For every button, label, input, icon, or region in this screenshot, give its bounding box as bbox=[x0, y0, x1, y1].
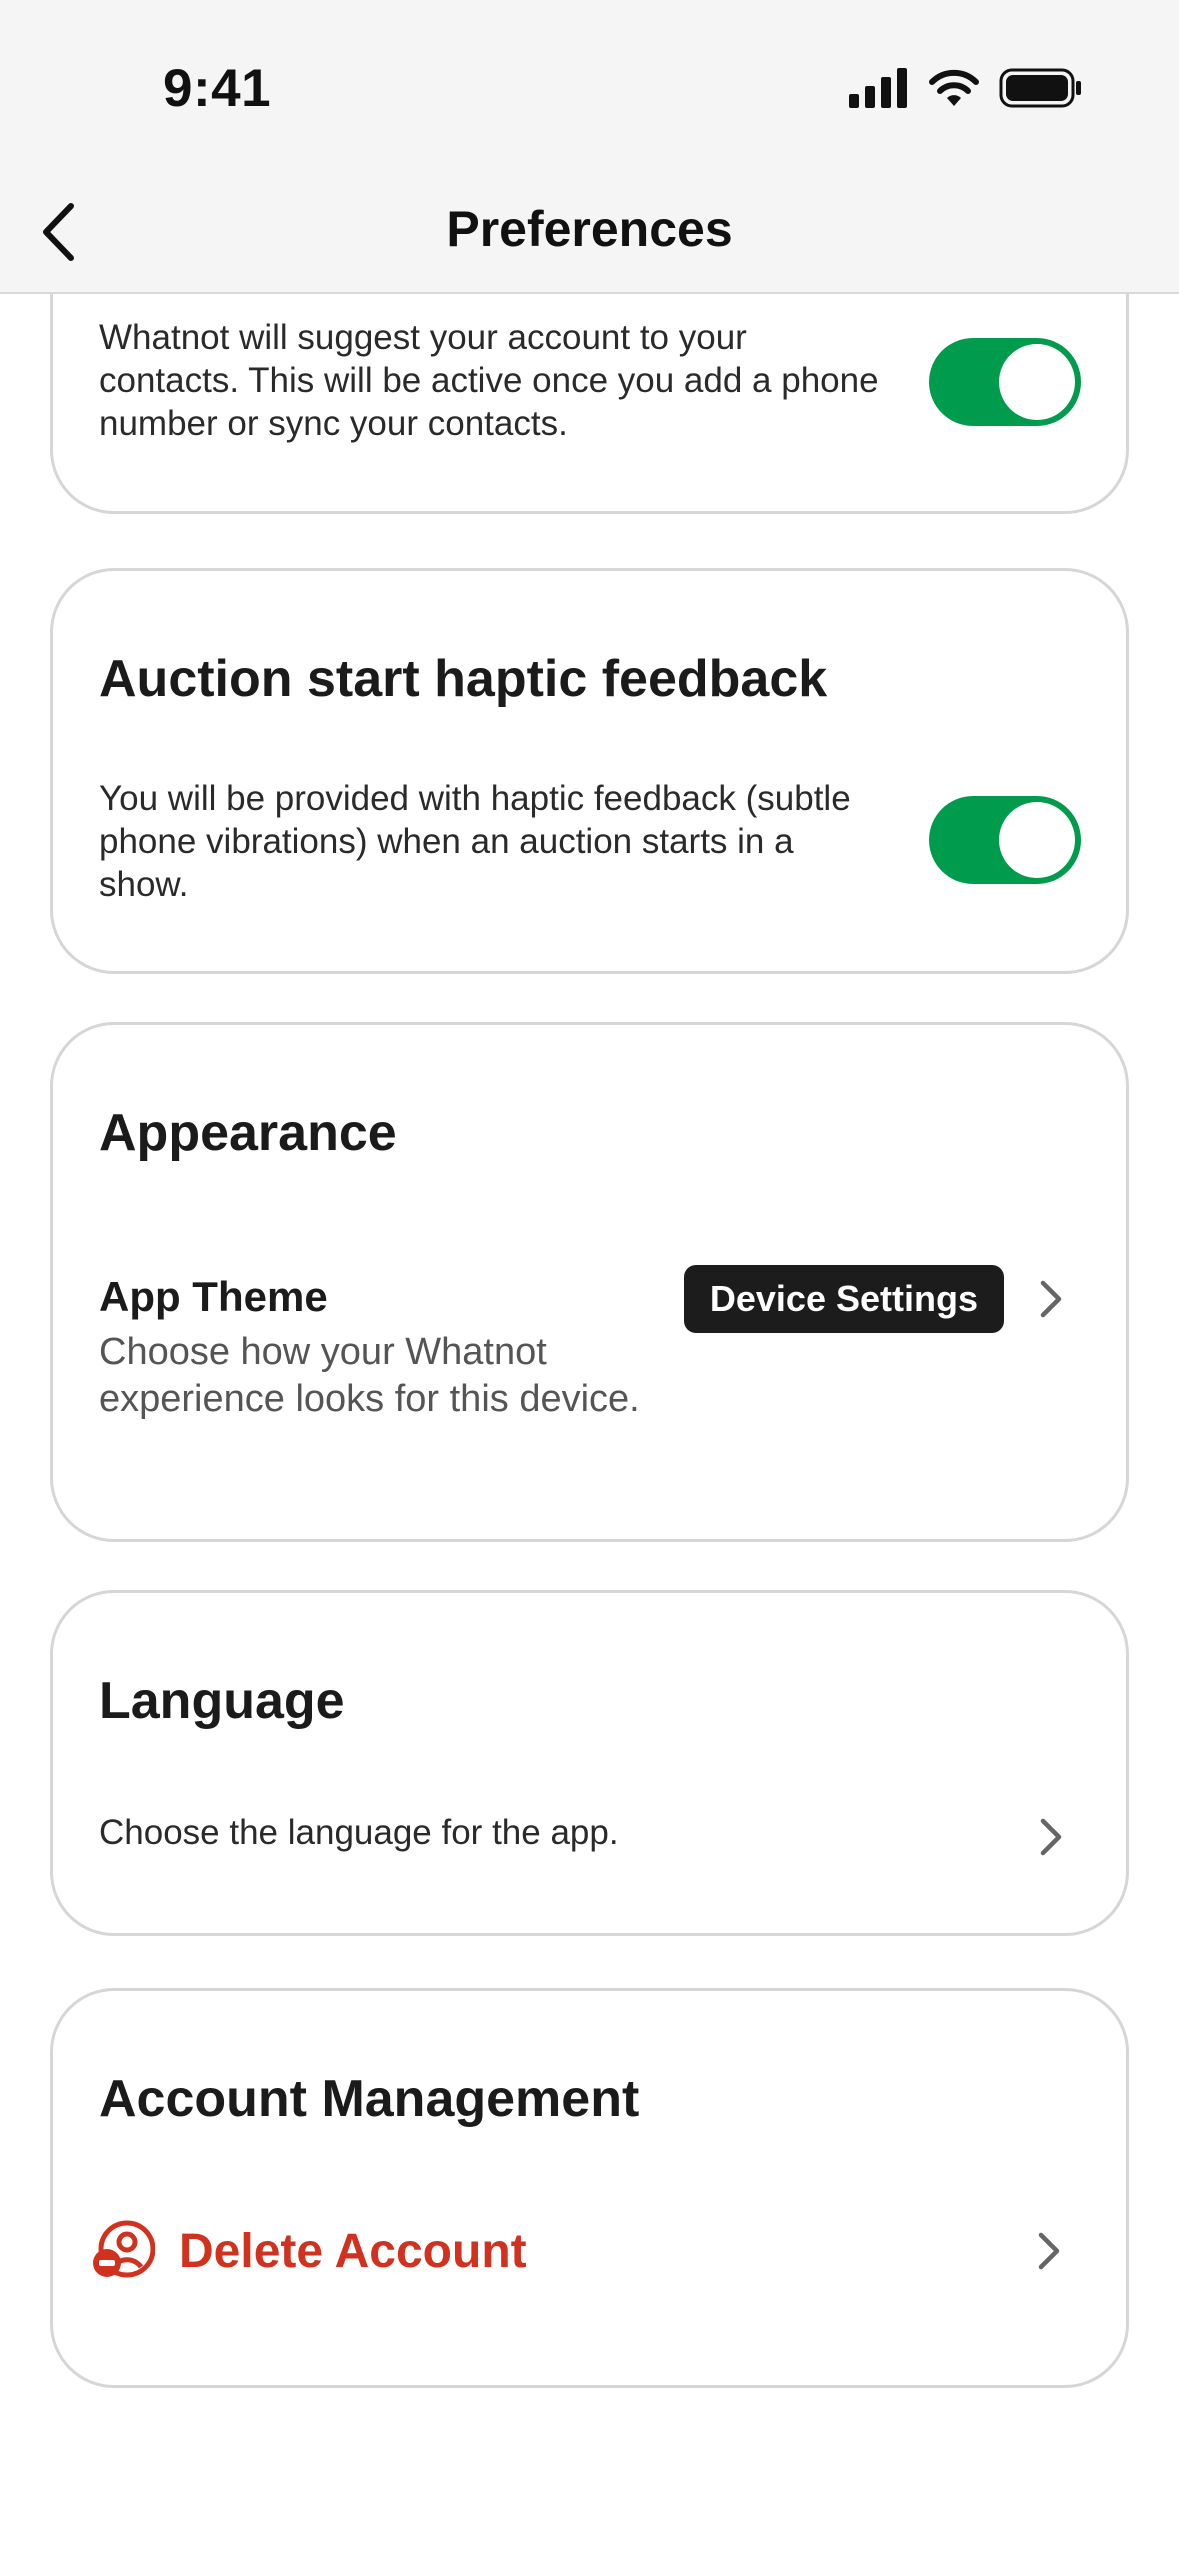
language-description: Choose the language for the app. bbox=[99, 1813, 619, 1852]
app-theme-row[interactable]: App Theme Choose how your Whatnot experi… bbox=[53, 1265, 1126, 1495]
chevron-right-icon bbox=[1034, 1277, 1068, 1321]
toggle-knob bbox=[999, 344, 1075, 420]
battery-icon bbox=[999, 68, 1081, 108]
contacts-suggestion-toggle[interactable] bbox=[929, 338, 1081, 426]
chevron-right-icon bbox=[1032, 2229, 1066, 2273]
app-theme-label: App Theme bbox=[99, 1273, 328, 1320]
status-time: 9:41 bbox=[163, 59, 272, 118]
haptic-feedback-card: Auction start haptic feedback You will b… bbox=[50, 568, 1129, 974]
status-bar: 9:41 bbox=[0, 0, 1179, 170]
appearance-title: Appearance bbox=[99, 1104, 397, 1162]
delete-account-row[interactable]: Delete Account bbox=[91, 2211, 1086, 2291]
language-row[interactable]: Choose the language for the app. bbox=[53, 1793, 1126, 1883]
language-title: Language bbox=[99, 1672, 345, 1730]
page-title: Preferences bbox=[446, 201, 733, 257]
contacts-suggestion-description: Whatnot will suggest your account to you… bbox=[99, 318, 879, 443]
contacts-suggestion-card: Whatnot will suggest your account to you… bbox=[50, 294, 1129, 514]
haptic-feedback-toggle[interactable] bbox=[929, 796, 1081, 884]
status-icons bbox=[849, 66, 1083, 110]
language-card: Language Choose the language for the app… bbox=[50, 1590, 1129, 1936]
haptic-feedback-description: You will be provided with haptic feedbac… bbox=[99, 779, 851, 904]
delete-account-label: Delete Account bbox=[179, 2224, 527, 2278]
navigation-bar: Preferences bbox=[0, 170, 1179, 294]
cellular-signal-icon bbox=[849, 68, 907, 108]
chevron-right-icon bbox=[1034, 1815, 1068, 1859]
account-management-title: Account Management bbox=[99, 2070, 640, 2128]
theme-value-badge: Device Settings bbox=[683, 1265, 1004, 1333]
remove-user-icon bbox=[93, 2220, 155, 2278]
haptic-feedback-title: Auction start haptic feedback bbox=[99, 650, 828, 708]
wifi-icon bbox=[929, 69, 979, 106]
app-theme-description: Choose how your Whatnot experience looks… bbox=[99, 1331, 640, 1420]
appearance-card: Appearance App Theme Choose how your Wha… bbox=[50, 1022, 1129, 1542]
toggle-knob bbox=[999, 802, 1075, 878]
preferences-list[interactable]: Whatnot will suggest your account to you… bbox=[0, 294, 1179, 2556]
account-management-card: Account Management Delete Account bbox=[50, 1988, 1129, 2388]
